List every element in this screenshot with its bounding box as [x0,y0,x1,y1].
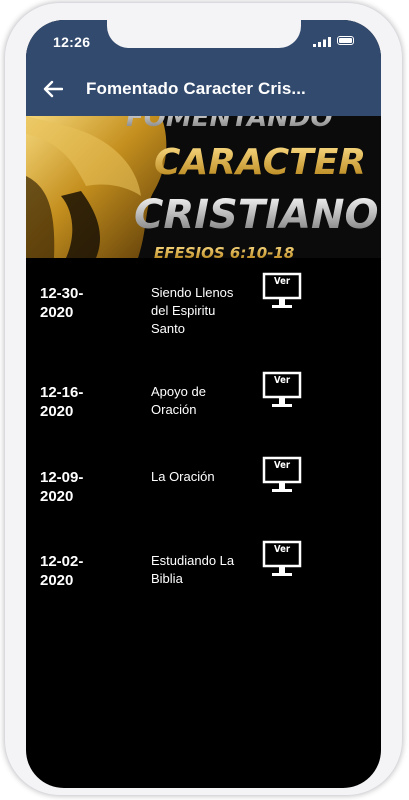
lesson-title: Siendo Llenos del Espiritu Santo [151,285,234,336]
list-item: 12-30-2020 Siendo Llenos del Espiritu Sa… [26,258,381,342]
view-button-label: Ver [273,375,291,386]
lesson-title: Apoyo de Oración [151,384,206,417]
lesson-title: Estudiando La Biblia [151,553,235,586]
series-banner: FOMENTANDO CARACTER CRISTIANO EFESIOS 6:… [26,116,381,258]
lesson-date: 12-09-2020 [40,469,84,505]
view-button-label: Ver [273,460,291,471]
back-button[interactable] [40,76,66,102]
view-button[interactable]: Ver [262,272,302,312]
arrow-left-icon [43,80,63,98]
view-button-label: Ver [273,276,291,287]
view-button[interactable]: Ver [262,456,302,496]
banner-artwork: FOMENTANDO CARACTER CRISTIANO EFESIOS 6:… [26,116,381,258]
view-button-label: Ver [273,544,291,555]
view-button[interactable]: Ver [262,540,302,580]
page-title: Fomentado Caracter Cris... [86,79,306,98]
list-item: 12-09-2020 La Oración Ver [26,442,381,526]
status-time: 12:26 [53,34,91,50]
view-button[interactable]: Ver [262,371,302,411]
lesson-date: 12-02-2020 [40,553,84,589]
lesson-date: 12-16-2020 [40,384,84,420]
banner-line1: FOMENTANDO [126,116,333,133]
status-bar: 12:26 [26,20,381,64]
lesson-date: 12-30-2020 [40,285,84,321]
screen: 12:26 Fomentado Caracter Cris... FOMENTA… [26,20,381,788]
battery-icon [337,36,354,45]
lesson-title: La Oración [151,469,215,484]
banner-line3: CRISTIANO [134,192,378,238]
list-item: 12-02-2020 Estudiando La Biblia Ver [26,526,381,610]
list-item: 12-16-2020 Apoyo de Oración Ver [26,357,381,441]
app-bar: Fomentado Caracter Cris... [26,64,381,116]
signal-icon [313,37,331,47]
banner-line4: EFESIOS 6:10-18 [154,244,294,258]
banner-line2: CARACTER [154,142,366,183]
notch [107,20,301,48]
phone-frame: 12:26 Fomentado Caracter Cris... FOMENTA… [4,2,403,796]
